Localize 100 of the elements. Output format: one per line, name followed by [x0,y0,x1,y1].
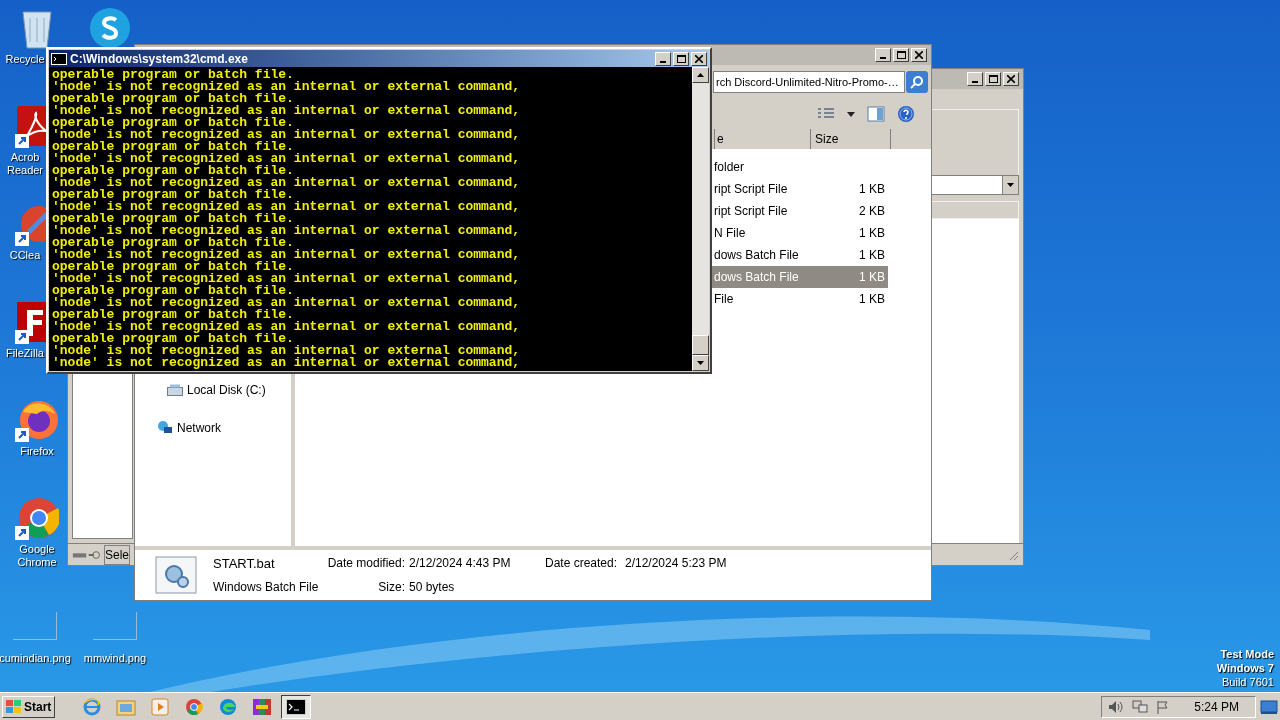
size-cell-text: 2 KB [858,203,886,220]
build-label: Build 7601 [1222,675,1274,689]
console-line: 'node' is not recognized as an internal or external command, [52,357,522,369]
filezilla-icon[interactable] [15,300,46,344]
size-cell-text: 1 KB [858,181,886,198]
scroll-up-icon [697,73,704,77]
maximize-button[interactable] [985,72,1001,86]
maximize-icon [896,51,906,59]
close-icon [915,51,923,59]
network-icon[interactable] [1132,699,1149,714]
archive-icon [252,697,273,716]
minimize-button[interactable] [967,72,983,86]
console-line: operable program or batch file. [52,333,294,345]
firefox-icon[interactable] [15,398,59,442]
file-row[interactable]: ript Script File 2 KB [712,200,888,222]
os-mode-label: Test Mode [1220,647,1274,661]
search-icon [910,75,924,89]
console-line: 'node' is not recognized as an internal or external command, [52,105,522,117]
console-line: 'node' is not recognized as an internal or external command, [52,201,522,213]
flag-icon[interactable] [1156,699,1171,714]
os-name-label: Windows 7 [1216,661,1274,675]
close-icon [1007,75,1015,83]
console-line: operable program or batch file. [52,213,294,225]
type-cell-text: dows Batch File [713,269,800,286]
console-line: operable program or batch file. [52,141,294,153]
media-player-icon [151,697,170,716]
dropdown-field[interactable] [931,175,1019,195]
search-button[interactable] [906,71,928,93]
close-button[interactable] [1003,72,1019,86]
detail-value: 50 bytes [408,579,456,597]
scrollbar[interactable] [692,67,709,371]
minimize-button[interactable] [655,51,671,66]
type-cell-text: ript Script File [713,181,789,198]
column-header[interactable]: e [715,129,811,149]
file-row[interactable]: File 1 KB [712,288,888,310]
nav-item[interactable]: Network [135,419,291,437]
chrome-icon[interactable] [15,496,59,540]
edge-icon [219,697,238,716]
column-header[interactable]: Size [811,129,891,149]
minimize-icon [660,60,666,63]
close-button[interactable] [911,48,927,62]
caret-icon [1007,183,1014,187]
file-type: Windows Batch File [213,579,320,597]
image-thumbnail[interactable] [93,612,137,640]
close-button[interactable] [691,51,707,66]
console-line: 'node' is not recognized as an internal or external command, [52,345,522,357]
batch-file-icon [155,556,197,594]
console-line: operable program or batch file. [52,117,294,129]
console-line: operable program or batch file. [52,237,294,249]
minimize-icon [972,81,978,83]
console-line: operable program or batch file. [52,69,294,81]
maximize-icon [988,75,998,83]
caret-icon[interactable] [847,111,855,117]
preview-pane-icon[interactable] [867,106,885,122]
console-line: 'node' is not recognized as an internal or external command, [52,297,522,309]
nav-item[interactable]: Local Disk (C:) [135,381,291,399]
type-cell-text: dows Batch File [713,247,800,264]
icon-label: Reader [6,164,44,177]
icon-label: CClea [9,249,41,262]
detail-label: Size: [377,579,405,597]
skype-icon[interactable] [88,6,132,50]
close-icon [695,54,703,63]
file-name: START.bat [213,554,276,573]
type-cell-text: N File [713,225,747,242]
icon-label: FileZilla [6,347,44,360]
file-row[interactable]: N File 1 KB [712,222,888,244]
console-line: 'node' is not recognized as an internal or external command, [52,225,522,237]
file-row[interactable]: folder [712,156,888,178]
network-icon [157,420,173,436]
size-cell-text: 1 KB [858,269,886,286]
file-row[interactable]: dows Batch File 1 KB [712,244,888,266]
console-line: 'node' is not recognized as an internal or external command, [52,153,522,165]
search-field[interactable]: rch Discord-Unlimited-Nitro-Promo-… [713,71,905,93]
pdf-reader-icon[interactable] [15,104,46,148]
help-icon[interactable] [897,105,915,123]
console-line: operable program or batch file. [52,165,294,177]
detail-value: 2/12/2024 5:23 PM [624,554,727,572]
maximize-icon [676,54,686,63]
file-row[interactable]: ript Script File 1 KB [712,178,888,200]
chrome-icon [185,697,204,716]
size-cell-text: 1 KB [858,225,886,242]
maximize-button[interactable] [673,51,689,66]
image-thumbnail[interactable] [13,612,57,640]
console-line: 'node' is not recognized as an internal or external command, [52,249,522,261]
console-line: operable program or batch file. [52,189,294,201]
console-line: 'node' is not recognized as an internal or external command, [52,321,522,333]
status-text: Sele [104,544,131,565]
detail-label: Date created: [545,554,619,572]
detail-label: Date modified: [326,554,405,572]
window-title: C:\Windows\system32\cmd.exe [70,50,249,68]
maximize-button[interactable] [893,48,909,62]
taskbar-button[interactable] [281,694,312,719]
console-line: 'node' is not recognized as an internal or external command, [52,273,522,285]
minimize-button[interactable] [875,48,891,62]
browser-icon [83,697,102,716]
show-desktop-icon[interactable] [1260,699,1278,714]
scroll-down-icon [697,361,704,365]
volume-icon[interactable] [1108,699,1125,714]
start-button[interactable]: Start [2,695,56,718]
icon-label: Chrome [17,556,57,569]
